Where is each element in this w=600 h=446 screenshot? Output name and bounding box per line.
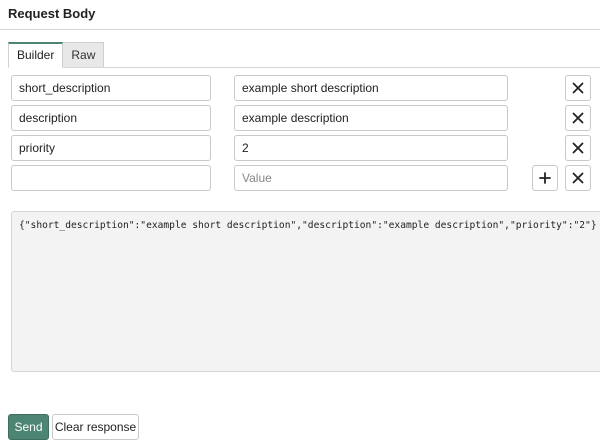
delete-row-button[interactable]	[565, 165, 591, 191]
new-param-value-input[interactable]	[234, 165, 508, 191]
param-value-input[interactable]	[234, 135, 508, 161]
delete-row-button[interactable]	[565, 105, 591, 131]
tab-bar: Builder Raw	[8, 42, 105, 68]
add-row-button[interactable]	[532, 165, 558, 191]
close-icon	[572, 142, 584, 154]
delete-row-button[interactable]	[565, 135, 591, 161]
tab-builder[interactable]: Builder	[8, 42, 64, 68]
plus-icon	[539, 172, 551, 184]
close-icon	[572, 172, 584, 184]
divider	[8, 67, 600, 68]
param-key-input[interactable]	[11, 75, 211, 101]
param-value-input[interactable]	[234, 105, 508, 131]
clear-response-button[interactable]: Clear response	[52, 414, 139, 440]
close-icon	[572, 112, 584, 124]
divider	[0, 29, 600, 30]
tab-raw[interactable]: Raw	[63, 42, 105, 68]
send-button[interactable]: Send	[8, 414, 49, 440]
delete-row-button[interactable]	[565, 75, 591, 101]
close-icon	[572, 82, 584, 94]
param-key-input[interactable]	[11, 105, 211, 131]
section-title: Request Body	[8, 6, 96, 21]
param-key-input[interactable]	[11, 135, 211, 161]
param-value-input[interactable]	[234, 75, 508, 101]
new-param-key-input[interactable]	[11, 165, 211, 191]
request-body-preview[interactable]: {"short_description":"example short desc…	[11, 211, 600, 372]
